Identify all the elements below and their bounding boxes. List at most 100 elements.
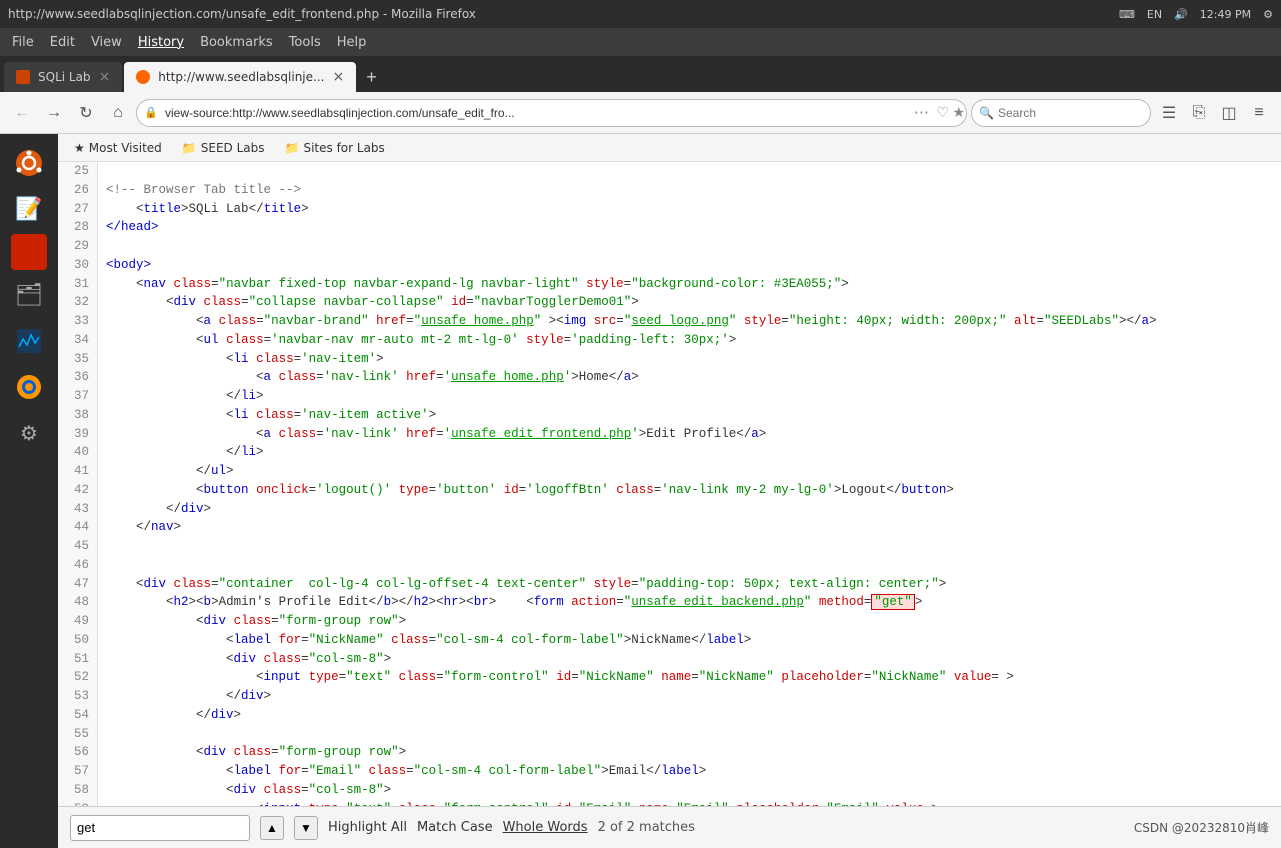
menu-file[interactable]: File [4,31,42,54]
find-next-button[interactable]: ▼ [294,816,318,840]
table-row: 42 <button onclick='logout()' type='butt… [58,481,1281,500]
line-number: 30 [58,256,98,275]
table-row: 33 <a class="navbar-brand" href="unsafe_… [58,312,1281,331]
menu-edit[interactable]: Edit [42,31,83,54]
table-row: 48 <h2><b>Admin's Profile Edit</b></h2><… [58,593,1281,612]
line-number: 52 [58,668,98,687]
line-content: <nav class="navbar fixed-top navbar-expa… [98,275,1281,294]
table-row: 47 <div class="container col-lg-4 col-lg… [58,575,1281,594]
bookmark-seed-labs[interactable]: 📁 SEED Labs [174,139,273,157]
bookmark-sites-for-labs[interactable]: 📁 Sites for Labs [277,139,393,157]
line-content: <body> [98,256,1281,275]
power-icon: ⚙ [1263,8,1273,21]
sidebar-settings-icon[interactable]: ⚙ [8,412,50,454]
highlight-all-option[interactable]: Highlight All [328,820,407,835]
bookmark-most-visited[interactable]: ★ Most Visited [66,139,170,157]
line-content: <input type="text" class="form-control" … [98,668,1281,687]
table-row: 50 <label for="NickName" class="col-sm-4… [58,631,1281,650]
sidebar-ubuntu-icon[interactable] [8,142,50,184]
tab-close-sqli[interactable]: × [99,69,111,85]
nav-extras: ☰ ⎘ ◫ ≡ [1155,99,1273,127]
back-button[interactable]: ← [8,99,36,127]
line-number: 38 [58,406,98,425]
sidebar-firefox-icon[interactable] [8,366,50,408]
titlebar-title: http://www.seedlabsqlinjection.com/unsaf… [8,7,476,21]
line-number: 42 [58,481,98,500]
home-button[interactable]: ⌂ [104,99,132,127]
line-content: </nav> [98,518,1281,537]
whole-words-option[interactable]: Whole Words [503,820,588,835]
sidebar-wireshark-icon[interactable] [8,320,50,362]
line-content: <li class='nav-item'> [98,350,1281,369]
reload-button[interactable]: ↻ [72,99,100,127]
forward-button[interactable]: → [40,99,68,127]
lang-indicator: EN [1147,8,1162,21]
tab-source[interactable]: http://www.seedlabsqlinje... × [124,62,356,92]
line-content [98,537,1281,556]
menu-view[interactable]: View [83,31,130,54]
line-content: <div class="form-group row"> [98,743,1281,762]
tab-sqli-lab[interactable]: SQLi Lab × [4,62,122,92]
table-row: 58 <div class="col-sm-8"> [58,781,1281,800]
line-number: 40 [58,443,98,462]
url-input[interactable] [136,99,967,127]
find-bar: ▲ ▼ Highlight All Match Case Whole Words… [58,806,1281,848]
table-row: 25 [58,162,1281,181]
table-row: 38 <li class='nav-item active'> [58,406,1281,425]
line-number: 55 [58,725,98,744]
menu-tools[interactable]: Tools [281,31,329,54]
match-case-option[interactable]: Match Case [417,820,493,835]
line-number: 29 [58,237,98,256]
table-row: 43 </div> [58,500,1281,519]
table-row: 54 </div> [58,706,1281,725]
main-content: ★ Most Visited 📁 SEED Labs 📁 Sites for L… [58,134,1281,848]
line-number: 44 [58,518,98,537]
menu-button[interactable]: ≡ [1245,99,1273,127]
table-row: 28</head> [58,218,1281,237]
line-number: 31 [58,275,98,294]
menu-history[interactable]: History [130,31,192,54]
table-row: 36 <a class='nav-link' href='unsafe_home… [58,368,1281,387]
line-content: <title>SQLi Lab</title> [98,200,1281,219]
menu-help[interactable]: Help [329,31,375,54]
tab-close-source[interactable]: × [332,69,344,85]
synced-tabs-button[interactable]: ⎘ [1185,99,1213,127]
find-previous-button[interactable]: ▲ [260,816,284,840]
line-number: 57 [58,762,98,781]
line-number: 36 [58,368,98,387]
folder-icon: 📁 [182,141,197,155]
new-tab-button[interactable]: + [358,63,385,92]
line-content: <!-- Browser Tab title --> [98,181,1281,200]
table-row: 53 </div> [58,687,1281,706]
table-row: 55 [58,725,1281,744]
url-bar-container: 🔒 ··· ♡ ★ [136,99,967,127]
line-content: </div> [98,706,1281,725]
volume-icon: 🔊 [1174,8,1188,21]
sidebar-files-icon[interactable]: 🗂 [8,274,50,316]
browser-window: http://www.seedlabsqlinjection.com/unsaf… [0,0,1281,848]
line-content: <li class='nav-item active'> [98,406,1281,425]
line-number: 50 [58,631,98,650]
line-number: 56 [58,743,98,762]
bookmark-heart-icon[interactable]: ♡ [936,105,949,121]
sidebar-red-icon[interactable] [11,234,47,270]
bookmarks-bar: ★ Most Visited 📁 SEED Labs 📁 Sites for L… [58,134,1281,162]
search-input[interactable] [971,99,1151,127]
navbar: ← → ↻ ⌂ 🔒 ··· ♡ ★ 🔍 ☰ ⎘ ◫ ≡ [0,92,1281,134]
line-number: 58 [58,781,98,800]
menu-bookmarks[interactable]: Bookmarks [192,31,281,54]
sidebar-toggle-button[interactable]: ◫ [1215,99,1243,127]
menubar: File Edit View History Bookmarks Tools H… [0,28,1281,56]
line-content: </li> [98,387,1281,406]
table-row: 29 [58,237,1281,256]
find-input[interactable] [70,815,250,841]
url-options-icon[interactable]: ··· [914,103,929,122]
bookmark-star-icon[interactable]: ★ [952,105,965,121]
sidebar-notes-icon[interactable]: 📝 [8,188,50,230]
tab-label-source: http://www.seedlabsqlinje... [158,70,324,84]
line-content: <div class="col-sm-8"> [98,781,1281,800]
library-button[interactable]: ☰ [1155,99,1183,127]
line-number: 25 [58,162,98,181]
line-content: <div class="collapse navbar-collapse" id… [98,293,1281,312]
sidebar-panel: 📝 🗂 ⚙ [0,134,58,848]
